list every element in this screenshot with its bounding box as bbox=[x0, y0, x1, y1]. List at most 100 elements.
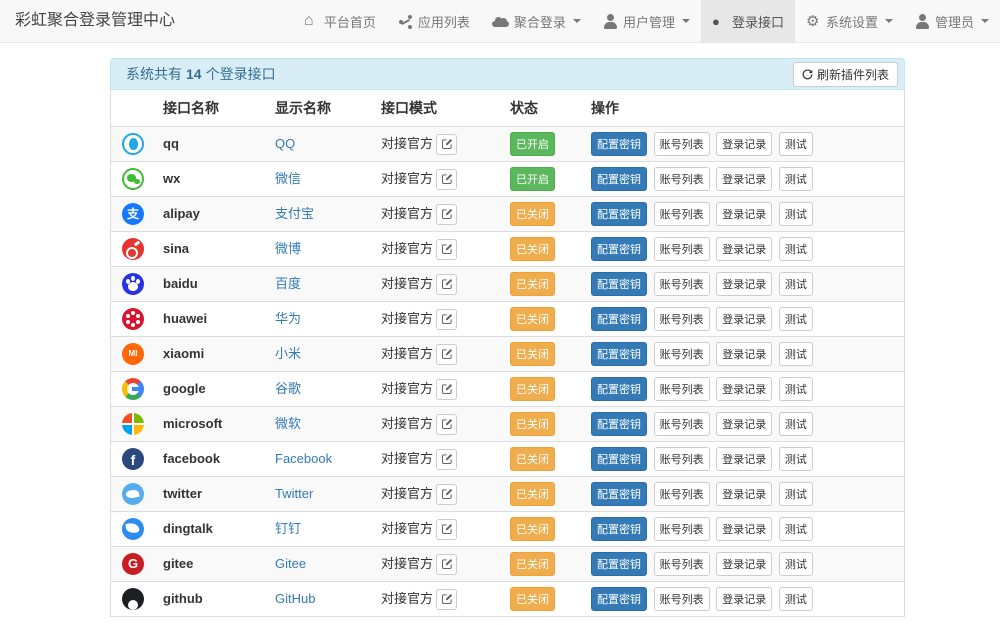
refresh-plugins-button[interactable]: 刷新插件列表 bbox=[793, 62, 898, 87]
config-secret-button[interactable]: 配置密钥 bbox=[591, 412, 647, 436]
test-button[interactable]: 测试 bbox=[779, 237, 813, 261]
edit-mode-button[interactable] bbox=[436, 379, 457, 400]
test-button[interactable]: 测试 bbox=[779, 377, 813, 401]
display-name-link[interactable]: GitHub bbox=[275, 591, 315, 606]
test-button[interactable]: 测试 bbox=[779, 167, 813, 191]
test-button[interactable]: 测试 bbox=[779, 447, 813, 471]
login-records-button[interactable]: 登录记录 bbox=[716, 447, 772, 471]
edit-mode-button[interactable] bbox=[436, 554, 457, 575]
config-secret-button[interactable]: 配置密钥 bbox=[591, 482, 647, 506]
edit-mode-button[interactable] bbox=[436, 344, 457, 365]
display-name-link[interactable]: QQ bbox=[275, 136, 295, 151]
test-button[interactable]: 测试 bbox=[779, 517, 813, 541]
nav-item-platform-home[interactable]: 平台首页 bbox=[293, 0, 387, 42]
status-badge[interactable]: 已关闭 bbox=[510, 447, 555, 471]
config-secret-button[interactable]: 配置密钥 bbox=[591, 272, 647, 296]
test-button[interactable]: 测试 bbox=[779, 412, 813, 436]
status-badge[interactable]: 已关闭 bbox=[510, 307, 555, 331]
display-name-link[interactable]: 支付宝 bbox=[275, 206, 314, 221]
nav-item-system-settings[interactable]: 系统设置 bbox=[795, 0, 904, 42]
test-button[interactable]: 测试 bbox=[779, 202, 813, 226]
config-secret-button[interactable]: 配置密钥 bbox=[591, 167, 647, 191]
edit-mode-button[interactable] bbox=[436, 239, 457, 260]
display-name-link[interactable]: 微软 bbox=[275, 416, 301, 431]
config-secret-button[interactable]: 配置密钥 bbox=[591, 377, 647, 401]
config-secret-button[interactable]: 配置密钥 bbox=[591, 132, 647, 156]
test-button[interactable]: 测试 bbox=[779, 552, 813, 576]
account-list-button[interactable]: 账号列表 bbox=[654, 272, 710, 296]
edit-mode-button[interactable] bbox=[436, 134, 457, 155]
login-records-button[interactable]: 登录记录 bbox=[716, 202, 772, 226]
account-list-button[interactable]: 账号列表 bbox=[654, 412, 710, 436]
display-name-link[interactable]: Twitter bbox=[275, 486, 313, 501]
status-badge[interactable]: 已关闭 bbox=[510, 587, 555, 611]
account-list-button[interactable]: 账号列表 bbox=[654, 202, 710, 226]
account-list-button[interactable]: 账号列表 bbox=[654, 307, 710, 331]
display-name-link[interactable]: Facebook bbox=[275, 451, 332, 466]
status-badge[interactable]: 已关闭 bbox=[510, 342, 555, 366]
display-name-link[interactable]: 微博 bbox=[275, 241, 301, 256]
config-secret-button[interactable]: 配置密钥 bbox=[591, 237, 647, 261]
config-secret-button[interactable]: 配置密钥 bbox=[591, 447, 647, 471]
display-name-link[interactable]: 华为 bbox=[275, 311, 301, 326]
status-badge[interactable]: 已关闭 bbox=[510, 412, 555, 436]
nav-item-aggregate-login[interactable]: 聚合登录 bbox=[481, 0, 592, 42]
display-name-link[interactable]: 谷歌 bbox=[275, 381, 301, 396]
login-records-button[interactable]: 登录记录 bbox=[716, 517, 772, 541]
display-name-link[interactable]: Gitee bbox=[275, 556, 306, 571]
login-records-button[interactable]: 登录记录 bbox=[716, 552, 772, 576]
status-badge[interactable]: 已开启 bbox=[510, 132, 555, 156]
config-secret-button[interactable]: 配置密钥 bbox=[591, 307, 647, 331]
login-records-button[interactable]: 登录记录 bbox=[716, 342, 772, 366]
login-records-button[interactable]: 登录记录 bbox=[716, 412, 772, 436]
status-badge[interactable]: 已关闭 bbox=[510, 202, 555, 226]
edit-mode-button[interactable] bbox=[436, 414, 457, 435]
account-list-button[interactable]: 账号列表 bbox=[654, 447, 710, 471]
config-secret-button[interactable]: 配置密钥 bbox=[591, 552, 647, 576]
edit-mode-button[interactable] bbox=[436, 589, 457, 610]
account-list-button[interactable]: 账号列表 bbox=[654, 587, 710, 611]
login-records-button[interactable]: 登录记录 bbox=[716, 307, 772, 331]
test-button[interactable]: 测试 bbox=[779, 272, 813, 296]
edit-mode-button[interactable] bbox=[436, 484, 457, 505]
edit-mode-button[interactable] bbox=[436, 204, 457, 225]
display-name-link[interactable]: 钉钉 bbox=[275, 521, 301, 536]
test-button[interactable]: 测试 bbox=[779, 482, 813, 506]
status-badge[interactable]: 已关闭 bbox=[510, 237, 555, 261]
test-button[interactable]: 测试 bbox=[779, 307, 813, 331]
account-list-button[interactable]: 账号列表 bbox=[654, 552, 710, 576]
status-badge[interactable]: 已关闭 bbox=[510, 272, 555, 296]
nav-item-user-management[interactable]: 用户管理 bbox=[592, 0, 701, 42]
nav-item-login-interface[interactable]: 登录接口 bbox=[701, 0, 795, 42]
login-records-button[interactable]: 登录记录 bbox=[716, 132, 772, 156]
account-list-button[interactable]: 账号列表 bbox=[654, 167, 710, 191]
status-badge[interactable]: 已关闭 bbox=[510, 552, 555, 576]
account-list-button[interactable]: 账号列表 bbox=[654, 482, 710, 506]
display-name-link[interactable]: 百度 bbox=[275, 276, 301, 291]
login-records-button[interactable]: 登录记录 bbox=[716, 482, 772, 506]
config-secret-button[interactable]: 配置密钥 bbox=[591, 587, 647, 611]
display-name-link[interactable]: 微信 bbox=[275, 171, 301, 186]
status-badge[interactable]: 已关闭 bbox=[510, 377, 555, 401]
nav-item-app-list[interactable]: 应用列表 bbox=[387, 0, 481, 42]
account-list-button[interactable]: 账号列表 bbox=[654, 237, 710, 261]
status-badge[interactable]: 已关闭 bbox=[510, 517, 555, 541]
login-records-button[interactable]: 登录记录 bbox=[716, 587, 772, 611]
brand-title[interactable]: 彩虹聚合登录管理中心 bbox=[15, 0, 175, 42]
status-badge[interactable]: 已开启 bbox=[510, 167, 555, 191]
status-badge[interactable]: 已关闭 bbox=[510, 482, 555, 506]
display-name-link[interactable]: 小米 bbox=[275, 346, 301, 361]
config-secret-button[interactable]: 配置密钥 bbox=[591, 517, 647, 541]
edit-mode-button[interactable] bbox=[436, 169, 457, 190]
test-button[interactable]: 测试 bbox=[779, 342, 813, 366]
edit-mode-button[interactable] bbox=[436, 274, 457, 295]
login-records-button[interactable]: 登录记录 bbox=[716, 272, 772, 296]
login-records-button[interactable]: 登录记录 bbox=[716, 167, 772, 191]
config-secret-button[interactable]: 配置密钥 bbox=[591, 202, 647, 226]
account-list-button[interactable]: 账号列表 bbox=[654, 342, 710, 366]
account-list-button[interactable]: 账号列表 bbox=[654, 517, 710, 541]
nav-item-admin[interactable]: 管理员 bbox=[904, 0, 1000, 42]
edit-mode-button[interactable] bbox=[436, 449, 457, 470]
config-secret-button[interactable]: 配置密钥 bbox=[591, 342, 647, 366]
edit-mode-button[interactable] bbox=[436, 309, 457, 330]
